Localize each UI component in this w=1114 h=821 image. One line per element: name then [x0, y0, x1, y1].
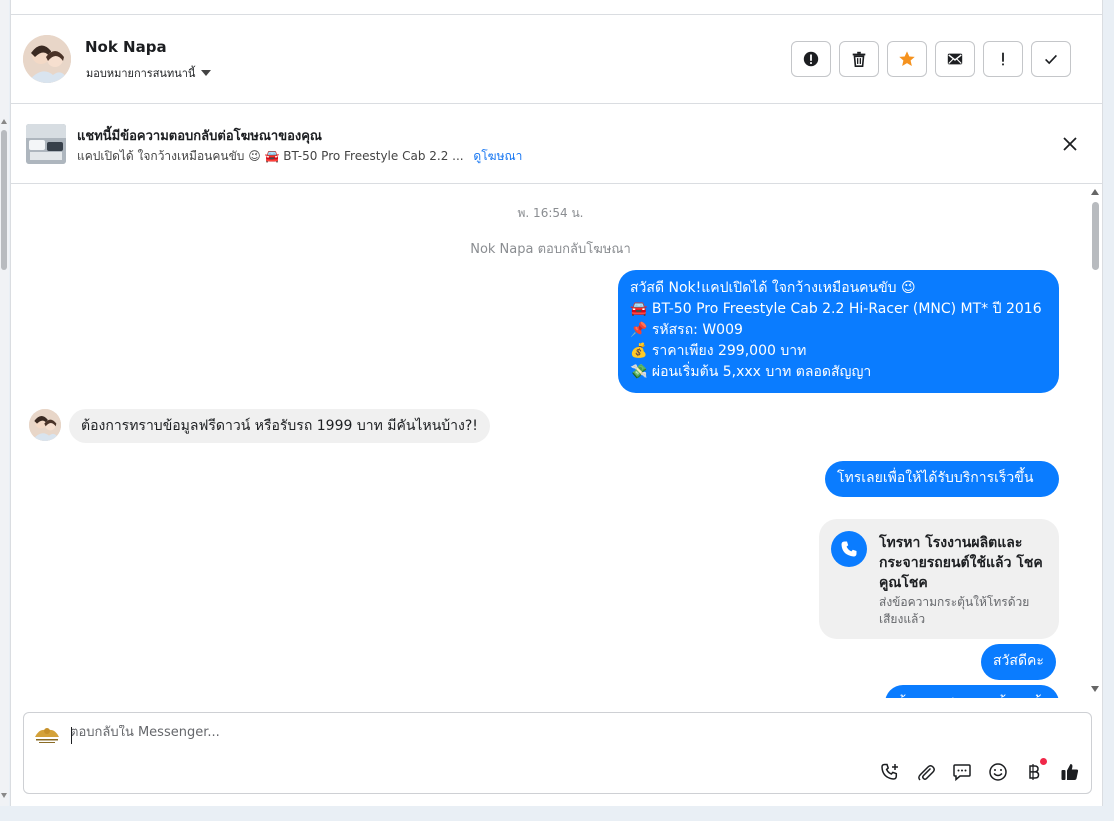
ad-message-line: 💰 ราคาเพียง 299,000 บาท: [630, 343, 807, 359]
contact-avatar-small[interactable]: [29, 409, 61, 441]
outgoing-call-prompt: โทรเลยเพื่อให้ได้รับบริการเร็วขึ้น: [825, 461, 1059, 497]
caret-down-icon: [201, 70, 212, 76]
paperclip-icon: [918, 765, 935, 781]
alert-circle-icon: [803, 51, 819, 67]
ad-reply-banner: แชทนี้มีข้อความตอบกลับต่อโฆษณาของคุณ แคป…: [11, 104, 1102, 184]
ad-text: แคปเปิดได้ ใจกว้างเหมือนคนขับ 😉 🚘 BT-50 …: [77, 149, 464, 163]
envelope-icon: [947, 53, 963, 65]
composer-tools: [879, 758, 1081, 783]
outgoing-ad-message: สวัสดี Nok!แคปเปิดได้ ใจกว้างเหมือนคนขับ…: [618, 270, 1059, 393]
message-thread[interactable]: พ. 16:54 น. Nok Napa ตอบกลับโฆษณา สวัสดี…: [11, 184, 1090, 698]
mark-done-button[interactable]: [1031, 41, 1071, 77]
saved-replies-button[interactable]: [951, 761, 973, 783]
page-logo: [32, 723, 62, 745]
phone-icon: [831, 531, 867, 567]
contact-name[interactable]: Nok Napa: [85, 38, 167, 56]
ad-thumbnail[interactable]: [26, 124, 66, 164]
ad-message-line: สวัสดี Nok!แคปเปิดได้ ใจกว้างเหมือนคนขับ…: [630, 280, 916, 296]
outer-scroll-thumb[interactable]: [1, 130, 7, 270]
like-button[interactable]: [1059, 761, 1081, 783]
outgoing-partial-message: ต้องการสอบถามข้อมูลด้านไหน: [885, 685, 1059, 698]
reply-input[interactable]: [70, 725, 770, 740]
view-ad-link[interactable]: ดูโฆษณา: [473, 149, 522, 163]
chat-scroll-down-arrow[interactable]: [1091, 686, 1099, 692]
chat-bubble-icon: [953, 764, 971, 782]
conversation-panel: Nok Napa มอบหมายการสนทนานี้ แชทนี้มีข้อค…: [10, 0, 1103, 806]
ad-message-line: 📌 รหัสรถ: W009: [630, 322, 743, 338]
top-strip: [11, 0, 1102, 15]
payment-button[interactable]: [1023, 758, 1047, 783]
outer-scrollbar[interactable]: [0, 0, 9, 806]
mark-unread-button[interactable]: [935, 41, 975, 77]
outer-scroll-down-arrow[interactable]: [1, 793, 7, 798]
star-button[interactable]: [887, 41, 927, 77]
conversation-header: Nok Napa มอบหมายการสนทนานี้: [11, 15, 1102, 104]
assign-label: มอบหมายการสนทนานี้: [86, 67, 196, 80]
chat-scroll-thumb[interactable]: [1092, 202, 1099, 270]
assign-conversation-dropdown[interactable]: มอบหมายการสนทนานี้: [86, 64, 212, 82]
ad-message-line: 💸 ผ่อนเริ่มต้น 5,xxx บาท ตลอดสัญญา: [630, 364, 872, 380]
system-note: Nok Napa ตอบกลับโฆษณา: [470, 242, 631, 257]
call-card-subtitle: ส่งข้อความกระตุ้นให้โทรด้วยเสียงแล้ว: [879, 595, 1030, 626]
follow-up-button[interactable]: [983, 41, 1023, 77]
header-actions: [791, 41, 1071, 77]
emoji-button[interactable]: [987, 761, 1009, 783]
outgoing-greeting: สวัสดีคะ: [981, 644, 1056, 680]
exclamation-icon: [1002, 52, 1004, 66]
delete-button[interactable]: [839, 41, 879, 77]
close-icon[interactable]: [1060, 134, 1080, 154]
contact-avatar[interactable]: [23, 35, 71, 83]
call-card[interactable]: โทรหา โรงงานผลิตและกระจายรถยนต์ใช้แล้ว โ…: [819, 519, 1059, 639]
baht-icon: [1029, 764, 1040, 780]
call-button[interactable]: [879, 761, 901, 783]
incoming-message: ต้องการทราบข้อมูลฟรีดาวน์ หรือรับรถ 1999…: [69, 409, 490, 443]
attach-button[interactable]: [915, 761, 937, 783]
thumbs-up-icon: [1061, 764, 1079, 780]
phone-plus-icon: [881, 763, 898, 780]
star-icon: [899, 51, 915, 67]
ad-banner-title: แชทนี้มีข้อความตอบกลับต่อโฆษณาของคุณ: [77, 129, 322, 144]
message-composer: [23, 712, 1092, 794]
trash-icon: [852, 51, 866, 68]
notification-dot: [1040, 758, 1047, 765]
text-cursor: [71, 727, 72, 744]
chat-scrollbar[interactable]: [1088, 184, 1102, 698]
spam-alert-button[interactable]: [791, 41, 831, 77]
message-timestamp: พ. 16:54 น.: [517, 206, 584, 220]
ad-message-line: 🚘 BT-50 Pro Freestyle Cab 2.2 Hi-Racer (…: [630, 301, 1042, 317]
outer-scroll-up-arrow[interactable]: [1, 119, 7, 124]
check-icon: [1045, 54, 1057, 65]
smiley-icon: [989, 763, 1007, 781]
chat-scroll-up-arrow[interactable]: [1091, 189, 1099, 195]
call-card-title: โทรหา โรงงานผลิตและกระจายรถยนต์ใช้แล้ว โ…: [879, 535, 1043, 591]
ad-banner-subtitle: แคปเปิดได้ ใจกว้างเหมือนคนขับ 😉 🚘 BT-50 …: [77, 147, 522, 166]
